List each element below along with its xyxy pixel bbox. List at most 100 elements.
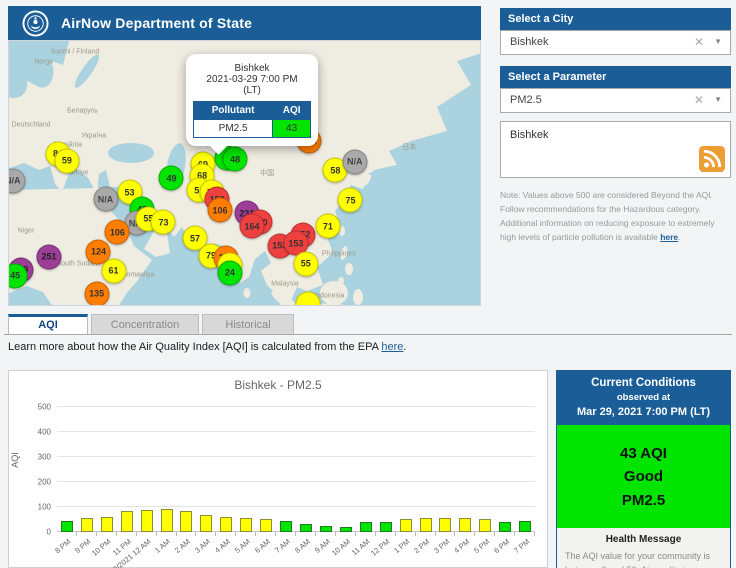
y-tick-label: 200	[38, 478, 51, 487]
chart-bar[interactable]	[519, 521, 531, 532]
chart-slot: 9 PM	[77, 409, 97, 532]
chart-bar[interactable]	[479, 519, 491, 532]
chevron-down-icon[interactable]: ▼	[714, 37, 722, 46]
airnow-page: AirNow Department of State	[0, 0, 736, 568]
epa-here-link[interactable]: here	[381, 341, 403, 353]
clear-icon[interactable]: ✕	[694, 35, 704, 49]
x-tick-label: 6 AM	[253, 537, 272, 555]
popup-city: Bishkek	[193, 63, 311, 74]
x-tick	[116, 532, 117, 536]
chart-slot: 5 AM	[236, 409, 256, 532]
x-tick	[96, 532, 97, 536]
chart-bar[interactable]	[380, 522, 392, 532]
x-tick	[275, 532, 276, 536]
x-tick	[176, 532, 177, 536]
city-select-header: Select a City	[500, 8, 731, 30]
chart-bar[interactable]	[101, 517, 113, 533]
chart-bar[interactable]	[260, 519, 272, 532]
chart-bar[interactable]	[141, 510, 153, 532]
map-country-label: 日本	[402, 142, 416, 152]
x-tick	[215, 532, 216, 536]
current-conditions-header: Current Conditions observed at Mar 29, 2…	[557, 371, 730, 425]
current-conditions-title: Current Conditions	[561, 377, 726, 389]
map-marker[interactable]: 251	[37, 244, 62, 269]
y-tick-label: 100	[38, 503, 51, 512]
tab-historical[interactable]: Historical	[202, 314, 294, 334]
map-marker[interactable]: 59	[54, 148, 79, 173]
chart-bar[interactable]	[400, 519, 412, 533]
parameter-select[interactable]: PM2.5 ✕ ▼	[500, 88, 731, 113]
map-country-label: Philippines	[322, 250, 356, 257]
map-marker[interactable]: N/A	[342, 149, 367, 174]
map-marker[interactable]: 164	[240, 214, 265, 239]
chart-bar[interactable]	[439, 518, 451, 532]
chart-slot: 11 PM	[117, 409, 137, 532]
x-tick	[494, 532, 495, 536]
aqi-world-map[interactable]: NorgeSuomi / FinlandDeutschlandБеларусьУ…	[8, 40, 481, 306]
x-tick	[415, 532, 416, 536]
chart-bar[interactable]	[61, 521, 73, 532]
map-marker[interactable]: 24	[217, 260, 242, 285]
x-tick	[355, 532, 356, 536]
chart-bar[interactable]	[220, 517, 232, 532]
chart-bar[interactable]	[161, 509, 173, 532]
y-tick-label: 500	[38, 403, 51, 412]
chart-bar[interactable]	[240, 518, 252, 533]
map-marker[interactable]: 135	[84, 281, 109, 306]
map-marker[interactable]: 49	[159, 166, 184, 191]
chart-bar[interactable]	[360, 522, 372, 532]
chart-slot: 12 PM	[376, 409, 396, 532]
chart-slot: 10 AM	[336, 409, 356, 532]
map-country-label: Беларусь	[67, 107, 98, 114]
current-conditions-panel: Current Conditions observed at Mar 29, 2…	[556, 370, 731, 568]
map-marker[interactable]: N/A	[93, 187, 118, 212]
city-select[interactable]: Bishkek ✕ ▼	[500, 30, 731, 55]
map-marker[interactable]: 75	[338, 188, 363, 213]
y-tick-label: 400	[38, 428, 51, 437]
health-message-title: Health Message	[565, 534, 722, 545]
chart-slot: 1 PM	[396, 409, 416, 532]
chart-bar[interactable]	[121, 511, 133, 532]
map-marker[interactable]: 48	[223, 147, 248, 172]
map-country-label: Deutschland	[12, 122, 51, 129]
x-tick	[395, 532, 396, 536]
clear-icon[interactable]: ✕	[694, 93, 704, 107]
chart-bar[interactable]	[340, 527, 352, 533]
chart-title: Bishkek - PM2.5	[9, 378, 547, 392]
chart-bar[interactable]	[300, 524, 312, 533]
tab-concentration[interactable]: Concentration	[91, 314, 199, 334]
city-select-value: Bishkek	[510, 36, 549, 48]
popup-timezone: (LT)	[193, 85, 311, 96]
map-marker[interactable]: 71	[315, 214, 340, 239]
chart-bar[interactable]	[200, 515, 212, 532]
x-tick-label: 6 PM	[492, 537, 511, 555]
x-tick-label: 8 AM	[293, 537, 312, 555]
x-tick-label: 3 PM	[432, 537, 451, 555]
map-marker[interactable]: 55	[293, 251, 318, 276]
chart-bar[interactable]	[81, 518, 93, 532]
x-tick	[435, 532, 436, 536]
note-here-link[interactable]: here	[660, 232, 678, 242]
map-marker[interactable]: 106	[208, 198, 233, 223]
tab-aqi[interactable]: AQI	[8, 314, 88, 334]
chart-bar[interactable]	[459, 518, 471, 533]
rss-feed-icon[interactable]	[699, 146, 725, 172]
popup-table: Pollutant AQI PM2.5 43	[193, 101, 311, 138]
chart-bar[interactable]	[180, 511, 192, 532]
chart-slot: 11 AM	[356, 409, 376, 532]
chart-bar[interactable]	[320, 526, 332, 533]
x-tick	[76, 532, 77, 536]
chevron-down-icon[interactable]: ▼	[714, 95, 722, 104]
map-marker[interactable]: 106	[105, 220, 130, 245]
map-marker[interactable]: 73	[151, 210, 176, 235]
x-tick-label: 5 PM	[472, 537, 491, 555]
current-aqi-pollutant: PM2.5	[557, 489, 730, 512]
selected-city-text: Bishkek	[510, 129, 549, 141]
chart-bar[interactable]	[420, 518, 432, 532]
chart-plot-area: 0100200300400500 8 PM9 PM10 PM11 PM3/29/…	[57, 409, 535, 532]
x-tick	[295, 532, 296, 536]
chart-bar[interactable]	[280, 521, 292, 532]
map-marker[interactable]: 61	[101, 258, 126, 283]
x-tick-label: 5 AM	[233, 537, 252, 555]
chart-bar[interactable]	[499, 522, 511, 532]
